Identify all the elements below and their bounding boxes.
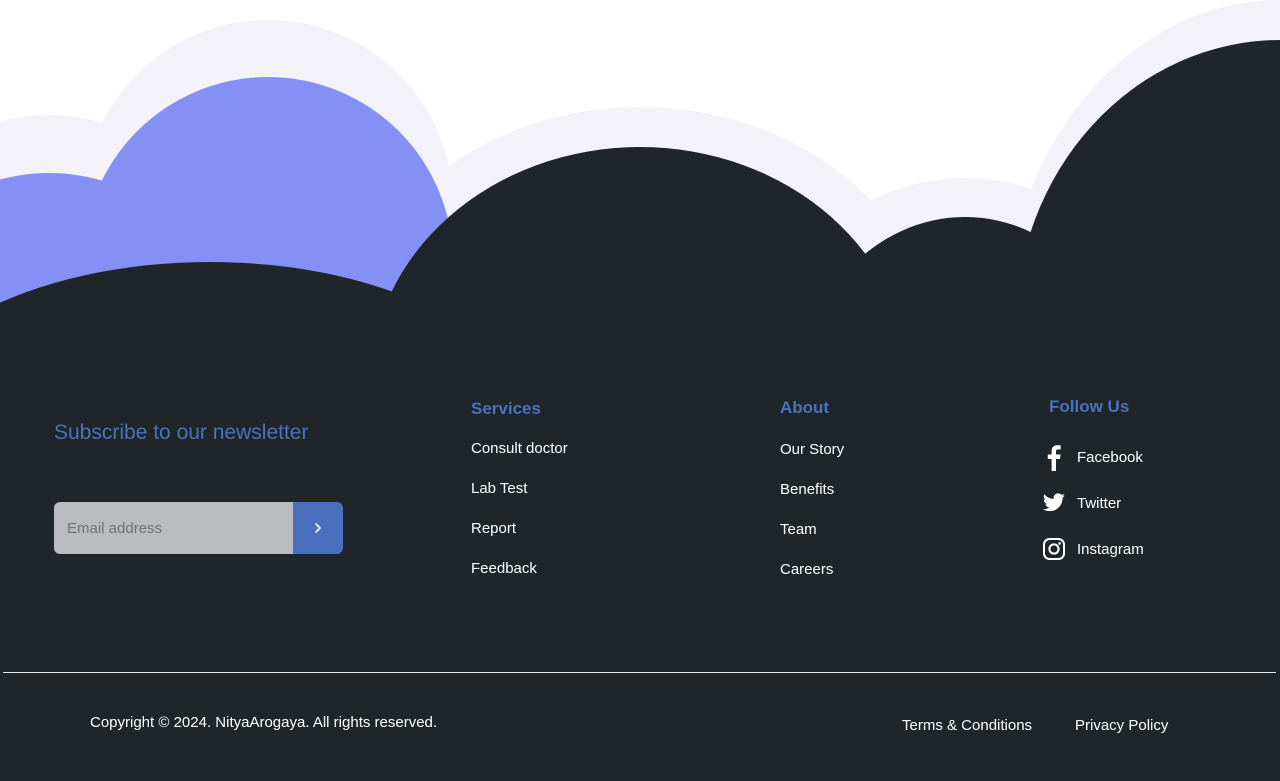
copyright-text: Copyright © 2024. NityaArogaya. All righ…	[90, 714, 438, 731]
social-links: Facebook Twitter Instagram	[1042, 434, 1144, 572]
facebook-icon	[1042, 445, 1066, 471]
social-item-facebook[interactable]: Facebook	[1042, 434, 1144, 480]
instagram-link[interactable]: Instagram	[1077, 541, 1144, 558]
facebook-link[interactable]: Facebook	[1077, 449, 1143, 466]
subscribe-button[interactable]	[293, 502, 343, 554]
about-links: Our Story Benefits Team Careers	[780, 441, 844, 601]
about-heading: About	[780, 398, 830, 417]
link-feedback[interactable]: Feedback	[471, 560, 537, 577]
link-report[interactable]: Report	[471, 520, 516, 537]
email-input[interactable]	[54, 502, 293, 554]
social-item-twitter[interactable]: Twitter	[1042, 480, 1144, 526]
link-careers[interactable]: Careers	[780, 561, 833, 578]
newsletter-form	[54, 502, 343, 554]
newsletter-title: Subscribe to our newsletter	[54, 421, 309, 444]
social-item-instagram[interactable]: Instagram	[1042, 526, 1144, 572]
follow-heading: Follow Us	[1049, 397, 1130, 416]
services-links: Consult doctor Lab Test Report Feedback	[471, 440, 568, 600]
instagram-icon	[1042, 537, 1066, 561]
link-team[interactable]: Team	[780, 521, 817, 538]
privacy-link[interactable]: Privacy Policy	[1075, 717, 1168, 734]
twitter-link[interactable]: Twitter	[1077, 495, 1121, 512]
twitter-icon	[1042, 491, 1066, 515]
terms-link[interactable]: Terms & Conditions	[902, 717, 1032, 734]
link-our-story[interactable]: Our Story	[780, 441, 844, 458]
footer-divider	[3, 672, 1276, 673]
link-lab-test[interactable]: Lab Test	[471, 480, 527, 497]
chevron-right-icon	[315, 523, 321, 533]
link-consult-doctor[interactable]: Consult doctor	[471, 440, 568, 457]
link-benefits[interactable]: Benefits	[780, 481, 834, 498]
services-heading: Services	[471, 399, 541, 418]
